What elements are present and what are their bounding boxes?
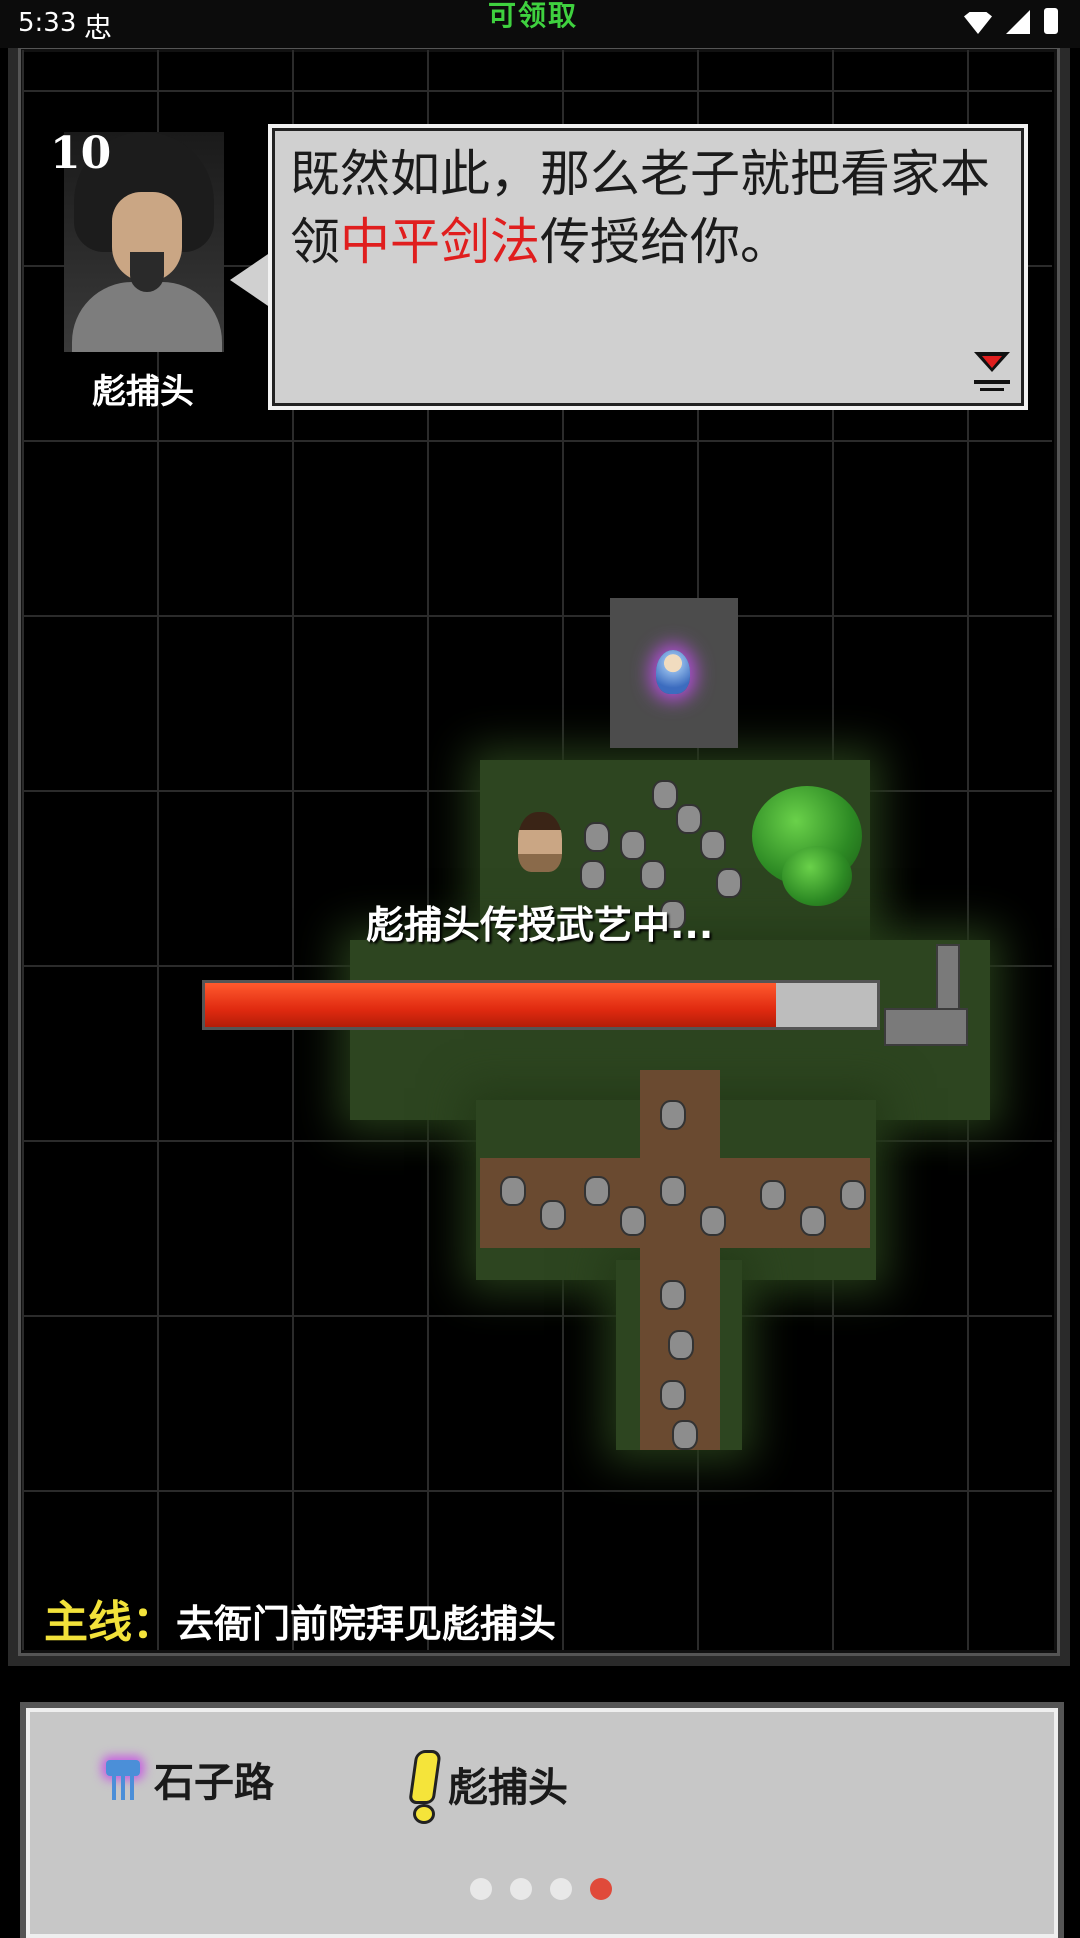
progress-label: 彪捕头传授武艺中...: [366, 903, 714, 947]
location-item-label: 彪捕头: [448, 1765, 568, 1811]
dialog-text: 既然如此，那么老子就把看家本领中平剑法传授给你。: [290, 140, 1010, 276]
progress-fill: [205, 983, 777, 1027]
skill-name-highlight: 中平剑法: [340, 213, 540, 271]
dialog-text-part: 传授给你。: [540, 213, 790, 271]
page-dot[interactable]: [470, 1878, 492, 1900]
road-icon: [106, 1756, 140, 1802]
location-panel: 石子路 彪捕头: [26, 1708, 1058, 1938]
location-item-road[interactable]: 石子路: [106, 1750, 274, 1808]
page-indicator: [470, 1878, 612, 1900]
tree-sprite: [782, 846, 852, 906]
page-dot[interactable]: [550, 1878, 572, 1900]
page-dot[interactable]: [510, 1878, 532, 1900]
next-arrow-icon[interactable]: [970, 346, 1014, 394]
speaker-level: 10: [50, 128, 112, 179]
fence-post: [936, 944, 960, 1018]
quest-label: 主线：: [44, 1597, 176, 1648]
location-item-npc[interactable]: 彪捕头: [410, 1750, 568, 1824]
debug-icon: 忠: [84, 11, 113, 44]
battery-icon: [1044, 8, 1058, 34]
location-item-label: 石子路: [154, 1760, 274, 1806]
exclamation-icon: [410, 1750, 435, 1824]
wifi-icon: [964, 12, 992, 34]
status-bar: 5:33 忠 可领取: [0, 0, 1080, 48]
quest-text: 去衙门前院拜见彪捕头: [176, 1602, 557, 1646]
main-quest[interactable]: 主线：去衙门前院拜见彪捕头: [44, 1586, 556, 1650]
training-progress-bar: [202, 980, 880, 1030]
fence-rail: [884, 1008, 968, 1046]
npc-sprite[interactable]: [656, 650, 690, 694]
player-sprite[interactable]: [518, 812, 562, 872]
dialog-box[interactable]: 既然如此，那么老子就把看家本领中平剑法传授给你。: [268, 124, 1028, 410]
claim-banner[interactable]: 可领取: [488, 0, 578, 34]
speaker-name: 彪捕头: [92, 372, 194, 412]
status-time: 5:33: [18, 8, 77, 38]
signal-icon: [1006, 10, 1030, 34]
page-dot[interactable]: [590, 1878, 612, 1900]
